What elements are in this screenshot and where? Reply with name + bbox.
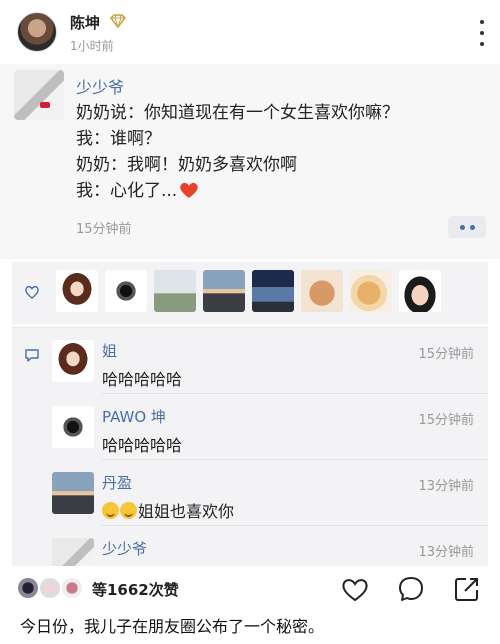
comment-time: 15分钟前	[418, 347, 474, 362]
commenter-avatar[interactable]	[52, 406, 94, 448]
moment-author-avatar[interactable]	[14, 70, 64, 120]
comment-time: 13分钟前	[418, 479, 474, 494]
comment-item[interactable]: 姐 15分钟前 哈哈哈哈哈	[50, 328, 488, 394]
liker-avatar[interactable]	[105, 270, 147, 312]
comment-item[interactable]: PAWO 坤 15分钟前 哈哈哈哈哈	[50, 394, 488, 460]
comments-panel: 姐 15分钟前 哈哈哈哈哈 PAWO 坤 15分钟前 哈哈哈哈哈 丹盈 13分钟…	[12, 328, 488, 566]
post-caption: 今日份，我儿子在朋友圈公布了一个秘密。	[20, 617, 325, 636]
comment-text: 哈哈哈哈哈	[102, 436, 183, 455]
comment-time: 15分钟前	[418, 413, 474, 428]
commenter-name[interactable]: 丹盈	[102, 472, 132, 493]
moment-time: 15分钟前	[76, 222, 132, 237]
author-avatar[interactable]	[17, 12, 57, 52]
commenter-name[interactable]: PAWO 坤	[102, 406, 166, 427]
moment-line: 我：谁啊？	[76, 129, 161, 149]
post-action-bar: 等1662次赞 今日份，我儿子在朋友圈公布了一个秘密。	[0, 566, 500, 644]
liker-avatar[interactable]	[154, 270, 196, 312]
vip-badge-icon	[110, 14, 126, 28]
comment-time: 13分钟前	[418, 545, 474, 560]
red-heart-emoji-icon	[180, 182, 198, 198]
commenter-name[interactable]: 少少爷	[102, 538, 147, 559]
post-timestamp: 1小时前	[70, 39, 114, 53]
commenter-name[interactable]: 姐	[102, 340, 117, 361]
liker-avatar[interactable]	[350, 270, 392, 312]
liker-avatar[interactable]	[399, 270, 441, 312]
likes-panel	[12, 262, 488, 324]
comment-more-button[interactable]	[448, 216, 486, 238]
moment-text: 奶奶说：你知道现在有一个女生喜欢你嘛？ 我：谁啊？ 奶奶：我啊！奶奶多喜欢你啊 …	[76, 100, 399, 204]
author-name[interactable]: 陈坤	[70, 12, 100, 33]
moment-line: 我：心化了...	[76, 178, 399, 204]
like-icon[interactable]	[340, 574, 370, 604]
comment-item[interactable]: 少少爷 13分钟前	[50, 526, 488, 566]
comment-text-body: 姐姐也喜欢你	[138, 502, 235, 521]
comment-text: 姐姐也喜欢你	[102, 498, 234, 522]
likes-count[interactable]: 等1662次赞	[92, 579, 179, 600]
like-heart-icon	[25, 285, 39, 299]
liker-mini-avatar[interactable]	[38, 576, 62, 600]
moment-line: 奶奶：我啊！奶奶多喜欢你啊	[76, 155, 297, 175]
more-options-icon[interactable]	[472, 20, 492, 46]
liker-avatar[interactable]	[56, 270, 98, 312]
comment-item[interactable]: 丹盈 13分钟前 姐姐也喜欢你	[50, 460, 488, 526]
comment-icon[interactable]	[396, 574, 426, 604]
liker-mini-avatar[interactable]	[60, 576, 84, 600]
moment-author-name[interactable]: 少少爷	[76, 74, 124, 98]
liker-mini-avatar[interactable]	[16, 576, 40, 600]
share-icon[interactable]	[452, 574, 482, 604]
liker-avatar[interactable]	[203, 270, 245, 312]
grin-emoji-icon	[102, 502, 119, 519]
grin-emoji-icon	[120, 502, 137, 519]
commenter-avatar[interactable]	[52, 472, 94, 514]
commenter-avatar[interactable]	[52, 340, 94, 382]
liker-avatar[interactable]	[301, 270, 343, 312]
post-header: 陈坤 1小时前	[0, 0, 500, 64]
moment-post: 少少爷 奶奶说：你知道现在有一个女生喜欢你嘛？ 我：谁啊？ 奶奶：我啊！奶奶多喜…	[0, 64, 500, 259]
liker-avatar[interactable]	[252, 270, 294, 312]
commenter-avatar[interactable]	[52, 538, 94, 566]
comment-bubble-icon	[25, 349, 39, 362]
moment-line-text: 我：心化了...	[76, 181, 178, 201]
moment-line: 奶奶说：你知道现在有一个女生喜欢你嘛？	[76, 103, 399, 123]
comment-text: 哈哈哈哈哈	[102, 370, 183, 389]
